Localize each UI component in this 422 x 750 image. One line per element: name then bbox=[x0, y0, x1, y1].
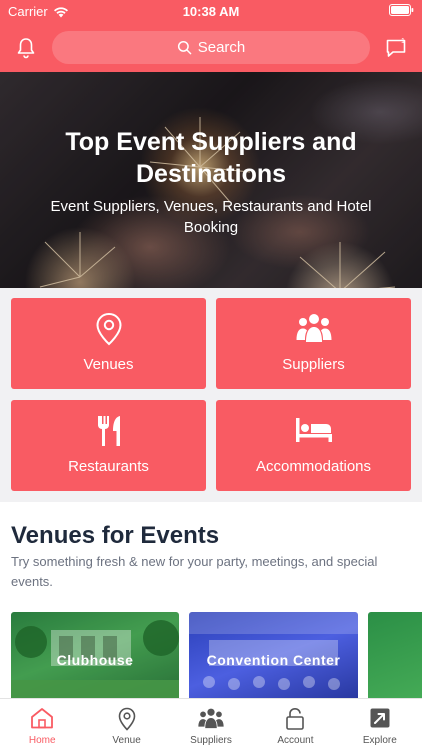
search-icon bbox=[177, 40, 192, 55]
battery-icon bbox=[389, 4, 414, 19]
tab-suppliers[interactable]: Suppliers bbox=[169, 699, 253, 750]
location-pin-icon bbox=[95, 312, 122, 346]
accommodations-tile-label: Accommodations bbox=[255, 458, 372, 475]
tab-suppliers-label: Suppliers bbox=[190, 735, 232, 746]
venues-tile-label: Venues bbox=[83, 356, 134, 373]
search-bar[interactable]: Search bbox=[52, 31, 370, 64]
tab-account-label: Account bbox=[277, 735, 314, 746]
tab-venue-label: Venue bbox=[112, 735, 141, 746]
people-group-icon bbox=[296, 314, 331, 342]
lock-icon bbox=[286, 707, 305, 730]
status-time: 10:38 AM bbox=[182, 4, 240, 19]
status-bar: Carrier 10:38 AM bbox=[0, 0, 422, 24]
tab-venue[interactable]: Venue bbox=[84, 699, 168, 750]
tab-home-label: Home bbox=[28, 735, 56, 746]
bottom-tab-bar: Home Venue Suppliers Account Explore bbox=[0, 698, 422, 750]
venue-card-label: Clubhouse bbox=[56, 652, 134, 668]
tab-home[interactable]: Home bbox=[0, 699, 84, 750]
search-placeholder: Search bbox=[197, 39, 246, 56]
venues-tile[interactable]: Venues bbox=[11, 298, 206, 389]
home-icon bbox=[31, 708, 54, 729]
venue-card-partial[interactable] bbox=[368, 612, 422, 702]
hero-subtitle: Event Suppliers, Venues, Restaurants and… bbox=[50, 198, 372, 236]
tab-explore-label: Explore bbox=[362, 735, 397, 746]
hero-title: Top Event Suppliers and Destinations bbox=[65, 128, 357, 188]
hero-banner[interactable]: Top Event Suppliers and Destinations Eve… bbox=[0, 72, 422, 288]
chat-icon[interactable]: 1 bbox=[384, 36, 408, 60]
suppliers-tile-label: Suppliers bbox=[282, 356, 345, 373]
venue-card-convention-center[interactable]: Convention Center bbox=[189, 612, 358, 702]
accommodations-tile[interactable]: Accommodations bbox=[216, 400, 411, 491]
chat-badge: 1 bbox=[401, 38, 405, 45]
explore-arrow-icon bbox=[370, 708, 390, 728]
fork-knife-icon bbox=[97, 416, 120, 446]
suppliers-tile[interactable]: Suppliers bbox=[216, 298, 411, 389]
people-group-icon bbox=[198, 708, 224, 729]
tab-account[interactable]: Account bbox=[253, 699, 337, 750]
venue-card-clubhouse[interactable]: Clubhouse bbox=[11, 612, 179, 702]
location-pin-icon bbox=[118, 707, 135, 731]
bed-icon bbox=[295, 418, 332, 442]
top-nav-bar: Search 1 bbox=[0, 24, 422, 72]
bell-icon[interactable] bbox=[14, 36, 38, 60]
tab-explore[interactable]: Explore bbox=[338, 699, 422, 750]
restaurants-tile[interactable]: Restaurants bbox=[11, 400, 206, 491]
category-grid: Venues Suppliers Restaurants Accommodati… bbox=[0, 288, 422, 502]
restaurants-tile-label: Restaurants bbox=[68, 458, 149, 475]
venues-section-description: Try something fresh & new for your party… bbox=[11, 554, 378, 589]
venues-section-title: Venues for Events bbox=[11, 522, 220, 549]
venue-card-label: Convention Center bbox=[206, 652, 341, 668]
